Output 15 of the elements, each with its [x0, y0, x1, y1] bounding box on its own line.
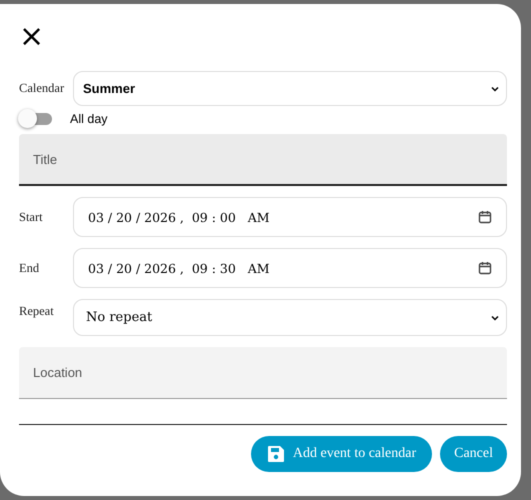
calendar-select[interactable]: Summer	[73, 71, 507, 106]
location-field[interactable]: Location	[19, 347, 507, 399]
repeat-select[interactable]: No repeat	[73, 299, 507, 336]
field-label: Calendar	[19, 81, 66, 96]
toggle-label: All day	[70, 112, 108, 126]
calendar-icon[interactable]	[478, 210, 492, 224]
title-field[interactable]: Title	[19, 134, 507, 186]
field-label: End	[19, 260, 40, 276]
close-button[interactable]: ×	[19, 26, 39, 48]
calendar-icon[interactable]	[478, 261, 492, 275]
datetime-field[interactable]: 03 / 20 / 2026 , 09 : 30 AM	[73, 248, 507, 288]
field-label: Repeat	[19, 303, 55, 319]
datetime-field[interactable]: 03 / 20 / 2026 , 09 : 00 AM	[73, 197, 507, 237]
save-icon	[266, 445, 285, 463]
field-label: Start	[19, 210, 44, 224]
